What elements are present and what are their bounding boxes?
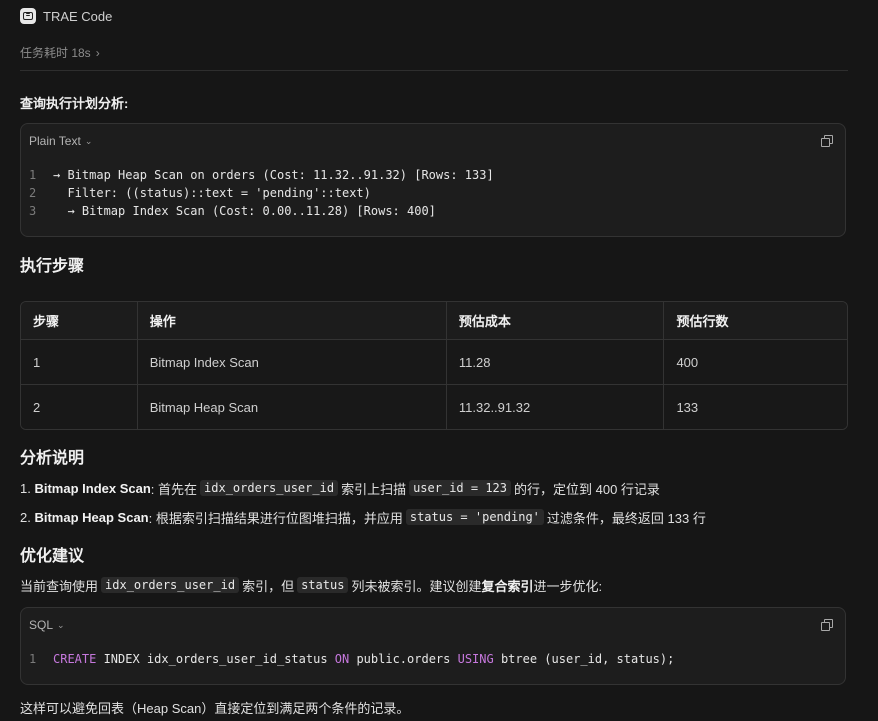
- line-number: 1: [29, 652, 37, 666]
- para-bold: 复合索引: [481, 578, 534, 594]
- table-cell: 11.28: [446, 340, 665, 385]
- plan-heading: 查询执行计划分析:: [20, 96, 129, 111]
- code-text: Filter: ((status)::text = 'pending'::tex…: [53, 186, 371, 200]
- table-cell: 11.32..91.32: [446, 385, 665, 429]
- sql-keyword: USING: [457, 652, 494, 666]
- analysis-heading: 分析说明: [20, 450, 85, 467]
- table-header-row: 步骤 操作 预估成本 预估行数: [21, 302, 847, 340]
- table-cell: 1: [21, 340, 138, 385]
- inline-code: idx_orders_user_id: [200, 480, 339, 496]
- code-text: public.orders: [349, 652, 458, 666]
- sql-keyword: ON: [334, 652, 350, 666]
- chevron-right-icon: ›: [95, 45, 100, 60]
- table-cell: 2: [21, 385, 138, 429]
- item-title: Bitmap Heap Scan: [34, 509, 149, 525]
- column-header: 步骤: [21, 302, 138, 340]
- inline-code: user_id = 123: [409, 480, 511, 496]
- sql-code-block: SQL ⌄ 1 CREATE INDEX idx_orders_user_id_…: [20, 607, 846, 685]
- sql-code-lines: 1 CREATE INDEX idx_orders_user_id_status…: [29, 650, 674, 668]
- analysis-item-1: 1. Bitmap Index Scan : 首先在 idx_orders_us…: [20, 478, 660, 498]
- sql-keyword: CREATE: [53, 652, 97, 666]
- column-header: 预估行数: [664, 302, 847, 340]
- optimize-heading: 优化建议: [20, 548, 85, 565]
- code-text: btree (user_id, status);: [493, 652, 675, 666]
- app-name: TRAE Code: [43, 8, 113, 24]
- para-text: 索引，但: [242, 578, 295, 594]
- plan-code-block: Plain Text ⌄ 1 → Bitmap Heap Scan on ord…: [20, 123, 846, 237]
- code-line: 2 Filter: ((status)::text = 'pending'::t…: [29, 184, 494, 202]
- copy-icon[interactable]: [821, 135, 833, 147]
- inline-code: status = 'pending': [405, 509, 544, 525]
- item-text: 的行，定位到 400 行记录: [514, 481, 660, 497]
- trae-logo-icon: [20, 8, 36, 24]
- app-header: TRAE Code: [20, 7, 112, 25]
- item-text: : 根据索引扫描结果进行位图堆扫描，并应用: [148, 510, 403, 526]
- steps-table: 步骤 操作 预估成本 预估行数 1 Bitmap Index Scan 11.2…: [20, 301, 848, 430]
- list-number: 2.: [20, 509, 35, 525]
- para-text: 列未被索引。建议创建: [351, 578, 482, 594]
- table-cell: Bitmap Heap Scan: [137, 385, 447, 429]
- divider: [20, 70, 848, 71]
- code-text: → Bitmap Index Scan (Cost: 0.00..11.28) …: [53, 204, 436, 218]
- table-cell: Bitmap Index Scan: [137, 340, 447, 385]
- chevron-down-icon: ⌄: [57, 619, 65, 630]
- item-text: : 首先在: [150, 481, 198, 497]
- table-row: 2 Bitmap Heap Scan 11.32..91.32 133: [21, 385, 847, 429]
- line-number: 2: [29, 186, 37, 200]
- list-number: 1.: [20, 480, 35, 496]
- task-time-toggle[interactable]: 任务耗时 18s ›: [20, 44, 100, 61]
- code-line: 1 → Bitmap Heap Scan on orders (Cost: 11…: [29, 166, 494, 184]
- column-header: 操作: [137, 302, 447, 340]
- footer-note: 这样可以避免回表（Heap Scan）直接定位到满足两个条件的记录。: [20, 700, 410, 716]
- para-text: 当前查询使用: [20, 578, 99, 594]
- inline-code: status: [297, 577, 349, 593]
- plan-language-selector[interactable]: Plain Text ⌄: [29, 134, 92, 148]
- inline-code: idx_orders_user_id: [101, 577, 240, 593]
- column-header: 预估成本: [446, 302, 665, 340]
- item-text: 过滤条件，最终返回 133 行: [546, 510, 706, 526]
- para-text: 进一步优化:: [533, 578, 603, 594]
- steps-heading: 执行步骤: [20, 258, 85, 275]
- table-cell: 133: [664, 385, 847, 429]
- line-number: 1: [29, 168, 37, 182]
- optimize-paragraph: 当前查询使用 idx_orders_user_id 索引，但 status 列未…: [20, 575, 602, 595]
- item-text: 索引上扫描: [341, 481, 407, 497]
- sql-language-label: SQL: [29, 618, 54, 632]
- sql-language-selector[interactable]: SQL ⌄: [29, 618, 65, 632]
- copy-icon[interactable]: [821, 619, 833, 631]
- table-row: 1 Bitmap Index Scan 11.28 400: [21, 340, 847, 385]
- item-title: Bitmap Index Scan: [34, 480, 151, 496]
- code-line: 1 CREATE INDEX idx_orders_user_id_status…: [29, 650, 674, 668]
- task-time-label: 任务耗时 18s: [20, 46, 91, 60]
- code-text: INDEX idx_orders_user_id_status: [96, 652, 335, 666]
- analysis-item-2: 2. Bitmap Heap Scan : 根据索引扫描结果进行位图堆扫描，并应…: [20, 507, 706, 527]
- line-number: 3: [29, 204, 37, 218]
- code-line: 3 → Bitmap Index Scan (Cost: 0.00..11.28…: [29, 202, 494, 220]
- chevron-down-icon: ⌄: [84, 135, 93, 146]
- plan-language-label: Plain Text: [29, 134, 81, 148]
- code-text: → Bitmap Heap Scan on orders (Cost: 11.3…: [53, 168, 494, 182]
- plan-code-lines: 1 → Bitmap Heap Scan on orders (Cost: 11…: [29, 166, 494, 220]
- table-cell: 400: [664, 340, 847, 385]
